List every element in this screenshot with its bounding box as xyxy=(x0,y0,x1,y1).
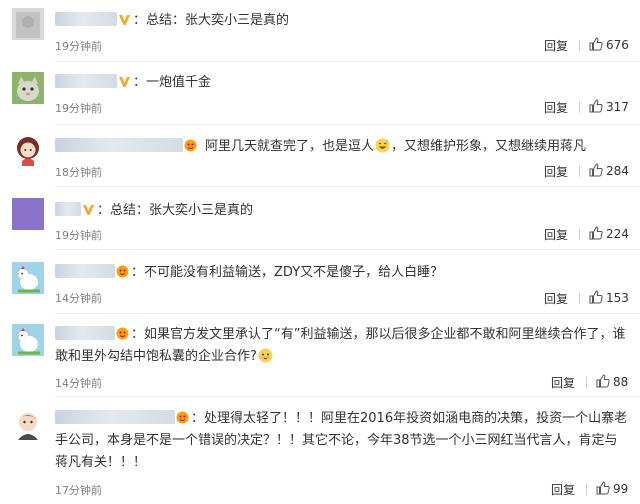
username-blurred[interactable] xyxy=(55,326,115,340)
comment-item: ：总结：张大奕小三是真的 19分钟前 回复 224 xyxy=(0,186,640,250)
like-count: 317 xyxy=(606,100,629,114)
like-button[interactable]: 676 xyxy=(589,37,629,52)
action-separator xyxy=(586,484,587,495)
divider xyxy=(55,396,640,397)
like-count: 99 xyxy=(613,482,629,496)
username-blurred[interactable] xyxy=(55,138,183,152)
avatar[interactable] xyxy=(12,408,44,440)
avatar[interactable] xyxy=(12,134,44,166)
comment-body: ：总结：张大奕小三是真的 xyxy=(55,10,630,32)
like-button[interactable]: 153 xyxy=(589,290,629,305)
like-button[interactable]: 99 xyxy=(596,481,628,496)
comment-body: ：如果官方发文里承认了“有”利益输送，那以后很多企业都不敢和阿里继续合作了，谁敢… xyxy=(55,326,626,364)
comment-body: ：一炮值千金 xyxy=(55,72,630,94)
avatar[interactable] xyxy=(12,262,44,294)
like-button[interactable]: 284 xyxy=(589,163,629,178)
comment-item: ：如果官方发文里承认了“有”利益输送，那以后很多企业都不敢和阿里继续合作了，谁敢… xyxy=(0,314,640,398)
reply-button[interactable]: 回复 xyxy=(551,481,575,498)
avatar-purple-image xyxy=(12,198,44,230)
like-button[interactable]: 317 xyxy=(589,99,629,114)
comment-item: ：不可能没有利益输送，ZDY又不是傻子，给人白睡？ 14分钟前 回复 153 xyxy=(0,250,640,314)
comment-text: 总结：张大奕小三是真的 xyxy=(146,13,290,28)
comment-time: 14分钟前 xyxy=(55,292,102,305)
like-count: 153 xyxy=(606,291,629,305)
vip-emoji-icon xyxy=(116,327,129,340)
cute-face-emoji-icon xyxy=(258,348,273,363)
reply-button[interactable]: 回复 xyxy=(544,163,568,180)
vip-emoji-icon xyxy=(184,139,197,152)
gold-v-icon xyxy=(82,203,95,216)
comment-time: 18分钟前 xyxy=(55,166,102,179)
avatar-chicken-image xyxy=(12,262,44,294)
comment-text: 总结：张大奕小三是真的 xyxy=(110,203,254,218)
comment-time: 14分钟前 xyxy=(55,377,102,390)
action-separator xyxy=(579,102,580,113)
thumbs-up-icon xyxy=(589,99,603,113)
thumbs-up-icon xyxy=(589,163,603,177)
avatar[interactable] xyxy=(12,198,44,230)
gold-v-icon xyxy=(118,13,131,26)
reply-button[interactable]: 回复 xyxy=(551,374,575,391)
gold-v-icon xyxy=(118,75,131,88)
grin-sweat-emoji-icon xyxy=(375,138,390,153)
comment-body: ：不可能没有利益输送，ZDY又不是傻子，给人白睡？ xyxy=(55,262,630,284)
username-blurred[interactable] xyxy=(55,202,81,216)
like-count: 284 xyxy=(606,164,629,178)
action-separator xyxy=(579,293,580,304)
vip-emoji-icon xyxy=(116,265,129,278)
username-blurred[interactable] xyxy=(55,12,117,26)
comment-body: ：总结：张大奕小三是真的 xyxy=(55,200,630,222)
reply-button[interactable]: 回复 xyxy=(544,226,568,243)
like-count: 224 xyxy=(606,227,629,241)
comment-item: ：一炮值千金 19分钟前 回复 317 xyxy=(0,62,640,125)
like-count: 88 xyxy=(613,375,629,389)
comment-time: 19分钟前 xyxy=(55,102,102,115)
like-button[interactable]: 224 xyxy=(589,226,629,241)
comment-item: 阿里几天就查完了，也是逗人 ，又想维护形象，又想继续用蒋凡 18分钟前 回复 28… xyxy=(0,124,640,187)
avatar[interactable] xyxy=(12,72,44,104)
reply-button[interactable]: 回复 xyxy=(544,37,568,54)
reply-button[interactable]: 回复 xyxy=(544,290,568,307)
username-blurred[interactable] xyxy=(55,74,117,88)
thumbs-up-icon xyxy=(596,481,610,495)
username-blurred[interactable] xyxy=(55,264,115,278)
avatar-gray-image xyxy=(12,8,44,40)
comment-text-cont: ，又想维护形象，又想继续用蒋凡 xyxy=(391,139,587,154)
vip-emoji-icon xyxy=(176,411,189,424)
avatar[interactable] xyxy=(12,324,44,356)
comment-time: 19分钟前 xyxy=(55,40,102,53)
action-separator xyxy=(579,229,580,240)
comment-text: 阿里几天就查完了，也是逗人 xyxy=(205,139,375,154)
thumbs-up-icon xyxy=(596,374,610,388)
like-count: 676 xyxy=(606,38,629,52)
comment-body: 阿里几天就查完了，也是逗人 ，又想维护形象，又想继续用蒋凡 xyxy=(55,136,630,158)
comment-time: 19分钟前 xyxy=(55,229,102,242)
comment-time: 17分钟前 xyxy=(55,484,102,497)
comment-item: ：总结：张大奕小三是真的 19分钟前 回复 676 xyxy=(0,0,640,62)
avatar[interactable] xyxy=(12,8,44,40)
comment-body: ：处理得太轻了！！！阿里在2016年投资如涵电商的决策，投资一个山寨老手公司，本… xyxy=(55,410,628,470)
action-separator xyxy=(579,166,580,177)
comment-item: ：处理得太轻了！！！阿里在2016年投资如涵电商的决策，投资一个山寨老手公司，本… xyxy=(0,398,640,504)
thumbs-up-icon xyxy=(589,290,603,304)
like-button[interactable]: 88 xyxy=(596,374,628,389)
username-blurred[interactable] xyxy=(55,410,175,424)
action-separator xyxy=(579,40,580,51)
avatar-chicken-image xyxy=(12,324,44,356)
avatar-baby-image xyxy=(12,408,44,440)
thumbs-up-icon xyxy=(589,37,603,51)
thumbs-up-icon xyxy=(589,226,603,240)
action-separator xyxy=(586,377,587,388)
comment-text: 不可能没有利益输送，ZDY又不是傻子，给人白睡？ xyxy=(144,265,444,280)
avatar-girl-image xyxy=(12,134,44,166)
reply-button[interactable]: 回复 xyxy=(544,99,568,116)
avatar-cat-image xyxy=(12,72,44,104)
comment-text: 一炮值千金 xyxy=(146,75,212,90)
